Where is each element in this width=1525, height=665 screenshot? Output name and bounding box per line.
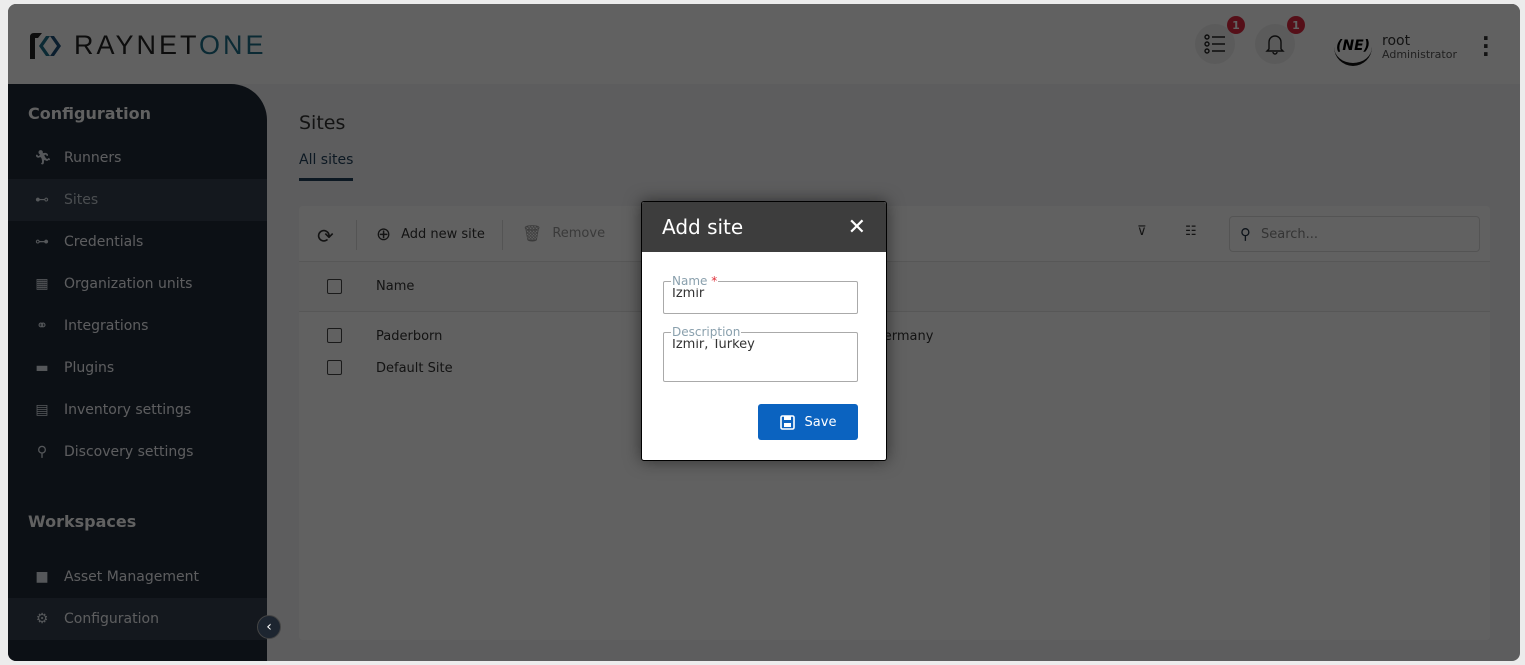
toolbar: ⟳ ⊕ Add new site 🗑︎ Remove ⊽ ☷ ⚲ Search... (299, 206, 1490, 262)
sidebar-item-label: Asset Management (64, 569, 199, 585)
bell-icon (1265, 35, 1285, 55)
sidebar-item-asset-management[interactable]: ■ Asset Management (8, 556, 267, 598)
sidebar-item-sites[interactable]: ⊷ Sites (8, 179, 267, 221)
notifications-badge: 1 (1287, 16, 1305, 34)
sidebar-item-label: Organization units (64, 276, 193, 292)
tasks-badge: 1 (1227, 16, 1245, 34)
sidebar-item-integrations[interactable]: ⚭ Integrations (8, 305, 267, 347)
tasks-button[interactable]: 1 (1195, 16, 1245, 64)
sidebar: Configuration 🏃︎ Runners ⊷ Sites ⊶ Credenti… (8, 84, 267, 661)
top-header: RAYNETONE 1 1 (NE) root Administrator · · · (8, 4, 1520, 84)
sidebar-item-credentials[interactable]: ⊶ Credentials (8, 221, 267, 263)
collapse-sidebar-button[interactable]: ‹ (257, 615, 281, 639)
dialog-header: Add site ✕ (642, 202, 886, 252)
search-icon: ⚲ (1240, 225, 1251, 243)
refresh-icon: ⟳ (317, 224, 334, 248)
sidebar-item-label: Inventory settings (64, 402, 192, 418)
table-row[interactable]: Paderborn Paderborn, Germany (299, 320, 1490, 352)
select-all-checkbox[interactable] (327, 279, 342, 294)
name-field[interactable]: Name * Izmir (663, 274, 858, 314)
divider (356, 220, 357, 250)
row-checkbox[interactable] (327, 328, 342, 343)
add-site-label: Add new site (401, 227, 485, 242)
more-vertical-icon[interactable]: · · · (1482, 28, 1490, 64)
required-mark: * (711, 274, 718, 288)
search-icon: ⚲ (36, 444, 48, 460)
table-row[interactable]: Default Site (299, 352, 1490, 384)
remove-button[interactable]: 🗑︎ Remove (522, 224, 605, 243)
add-site-dialog: Add site ✕ Name * Izmir Description Izmi… (641, 201, 887, 461)
user-role: Administrator (1382, 47, 1457, 61)
search-input[interactable]: ⚲ Search... (1229, 216, 1480, 252)
sidebar-item-label: Discovery settings (64, 444, 194, 460)
add-site-button[interactable]: ⊕ Add new site (376, 224, 485, 245)
sidebar-section-configuration: Configuration (28, 104, 152, 123)
name-label: Name * (671, 274, 719, 288)
columns-button[interactable]: ☷ (1185, 224, 1197, 239)
column-header-name[interactable]: Name (376, 279, 414, 294)
inventory-icon: ▤ (35, 402, 49, 418)
tab-all-sites[interactable]: All sites (299, 152, 354, 181)
description-value: Izmir, Turkey (672, 337, 755, 352)
sidebar-section-workspaces: Workspaces (28, 512, 137, 531)
webhook-icon: ⚭ (36, 318, 48, 334)
user-name: root (1382, 32, 1411, 49)
save-icon (779, 414, 795, 430)
save-label: Save (804, 414, 837, 430)
search-placeholder: Search... (1261, 226, 1319, 242)
save-button[interactable]: Save (758, 404, 858, 440)
sidebar-item-label: Credentials (64, 234, 144, 250)
plus-circle-icon: ⊕ (376, 224, 392, 245)
sidebar-item-label: Plugins (64, 360, 115, 376)
table-header: Name (299, 262, 1490, 312)
name-label-text: Name (672, 274, 708, 288)
sidebar-item-runners[interactable]: 🏃︎ Runners (8, 137, 267, 179)
row-name: Paderborn (376, 329, 443, 344)
remove-label: Remove (552, 226, 606, 241)
description-field[interactable]: Description Izmir, Turkey (663, 325, 858, 382)
close-icon[interactable]: ✕ (848, 215, 866, 240)
runner-icon: 🏃︎ (34, 150, 52, 166)
sidebar-item-inventory-settings[interactable]: ▤ Inventory settings (8, 389, 267, 431)
filter-button[interactable]: ⊽ (1137, 224, 1147, 239)
filter-icon: ⊽ (1137, 224, 1147, 239)
description-label: Description (671, 325, 742, 339)
sidebar-item-organization-units[interactable]: ▦ Organization units (8, 263, 267, 305)
name-value: Izmir (672, 286, 705, 301)
key-icon: ⊶ (35, 234, 49, 250)
avatar: (NE) (1334, 28, 1372, 66)
brand-text-accent: ONE (199, 30, 267, 60)
user-menu[interactable]: (NE) root Administrator (1334, 28, 1457, 66)
logo-icon (30, 32, 61, 59)
trash-icon: 🗑︎ (522, 224, 543, 243)
brand-text: RAYNET (74, 30, 200, 60)
gear-icon: ⚙ (35, 611, 49, 627)
sidebar-item-discovery-settings[interactable]: ⚲ Discovery settings (8, 431, 267, 473)
building-icon: ▦ (35, 276, 49, 292)
divider (502, 220, 503, 250)
sidebar-item-label: Runners (64, 150, 122, 166)
list-icon (1204, 34, 1225, 54)
logo: RAYNETONE (28, 30, 267, 61)
sidebar-item-label: Sites (64, 192, 99, 208)
row-checkbox[interactable] (327, 360, 342, 375)
row-name: Default Site (376, 361, 453, 376)
briefcase-icon: ■ (35, 569, 49, 585)
page-title: Sites (299, 112, 346, 134)
plugin-icon: ▬ (35, 360, 49, 376)
sidebar-item-label: Integrations (64, 318, 149, 334)
dialog-title: Add site (662, 215, 744, 239)
sites-icon: ⊷ (35, 192, 49, 208)
sidebar-item-configuration[interactable]: ⚙ Configuration (8, 598, 267, 640)
sidebar-item-plugins[interactable]: ▬ Plugins (8, 347, 267, 389)
columns-icon: ☷ (1185, 224, 1197, 239)
sidebar-item-label: Configuration (64, 611, 159, 627)
refresh-button[interactable]: ⟳ (317, 224, 334, 248)
sites-table-card: ⟳ ⊕ Add new site 🗑︎ Remove ⊽ ☷ ⚲ Search... … (299, 206, 1490, 640)
notifications-button[interactable]: 1 (1255, 16, 1305, 64)
